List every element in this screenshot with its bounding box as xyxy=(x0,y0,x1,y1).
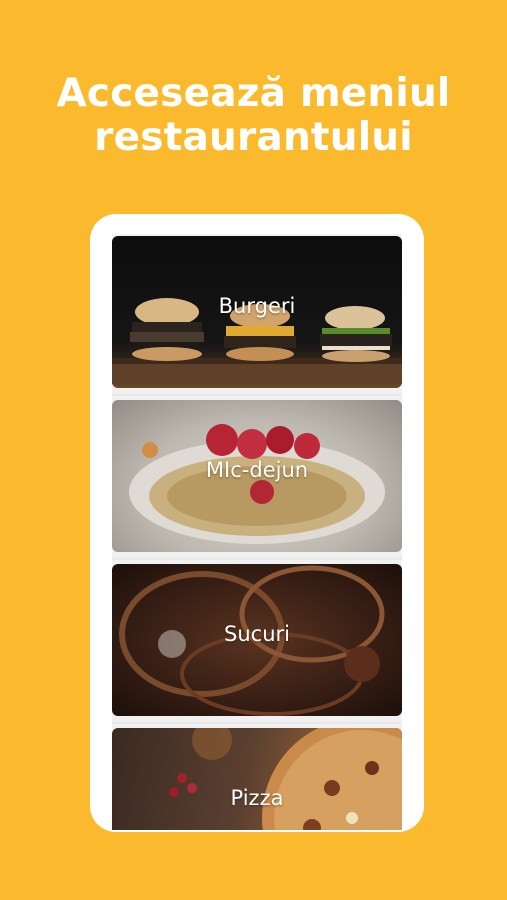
category-card-sucuri[interactable]: Sucuri xyxy=(112,564,402,716)
category-label: MIc-dejun xyxy=(205,458,309,482)
category-card-pizza[interactable]: Pizza xyxy=(112,728,402,830)
list-divider xyxy=(112,722,402,724)
headline-line-1: Accesează meniul xyxy=(56,71,451,116)
category-card-burgeri[interactable]: Burgeri xyxy=(112,236,402,388)
category-label: Pizza xyxy=(230,786,284,810)
pizza-photo xyxy=(169,728,402,830)
category-label: Sucuri xyxy=(224,622,290,646)
promo-headline: Accesează meniul restaurantului xyxy=(0,72,507,160)
headline-line-2: restaurantului xyxy=(94,115,413,160)
category-label: Burgeri xyxy=(218,294,296,318)
phone-mockup: Burgeri MIc-dejun Sucuri Pizza xyxy=(90,214,424,832)
list-divider xyxy=(112,394,402,396)
list-divider xyxy=(112,558,402,560)
category-card-mic-dejun[interactable]: MIc-dejun xyxy=(112,400,402,552)
app-screen: Burgeri MIc-dejun Sucuri Pizza xyxy=(112,234,402,830)
